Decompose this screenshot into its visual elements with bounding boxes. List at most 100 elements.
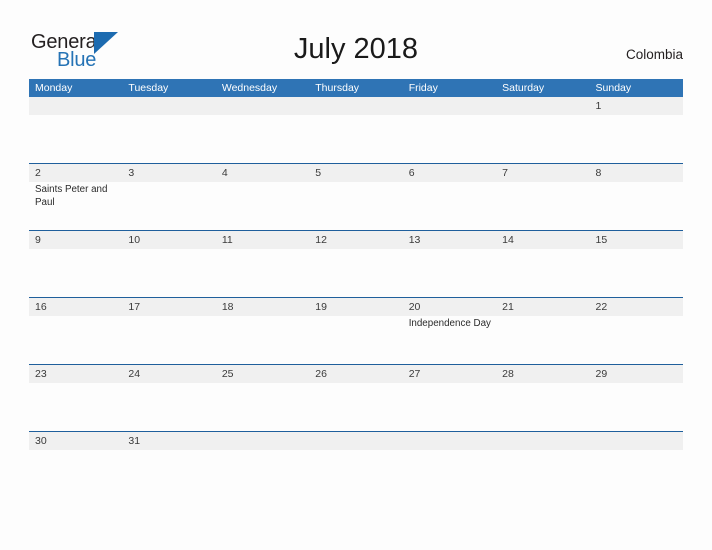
day-events[interactable] bbox=[216, 249, 309, 297]
day-events[interactable] bbox=[309, 316, 402, 364]
day-events[interactable] bbox=[29, 249, 122, 297]
day-events[interactable] bbox=[496, 316, 589, 364]
day-events[interactable] bbox=[309, 182, 402, 230]
day-events[interactable] bbox=[309, 115, 402, 163]
day-number[interactable]: 15 bbox=[590, 231, 683, 249]
calendar-week-row: 9 10 11 12 13 14 15 bbox=[29, 230, 683, 297]
day-events[interactable] bbox=[590, 115, 683, 163]
weekday-header-thursday: Thursday bbox=[315, 82, 360, 94]
day-number[interactable]: 13 bbox=[403, 231, 496, 249]
calendar-week-row: 30 31 bbox=[29, 431, 683, 450]
day-number[interactable] bbox=[496, 432, 589, 450]
day-number[interactable]: 4 bbox=[216, 164, 309, 182]
weekday-header-wednesday: Wednesday bbox=[221, 82, 278, 94]
day-events[interactable] bbox=[309, 249, 402, 297]
calendar-week-row: 2 3 4 5 6 7 8 Saints Peter and Paul bbox=[29, 163, 683, 230]
day-number[interactable]: 10 bbox=[122, 231, 215, 249]
day-events[interactable] bbox=[590, 249, 683, 297]
day-number[interactable]: 12 bbox=[309, 231, 402, 249]
day-number[interactable]: 28 bbox=[496, 365, 589, 383]
day-number[interactable] bbox=[309, 97, 402, 115]
day-events[interactable]: Saints Peter and Paul bbox=[29, 182, 122, 230]
day-events[interactable] bbox=[29, 316, 122, 364]
day-events[interactable] bbox=[496, 182, 589, 230]
day-number[interactable]: 26 bbox=[309, 365, 402, 383]
day-events[interactable] bbox=[216, 115, 309, 163]
day-number[interactable]: 9 bbox=[29, 231, 122, 249]
day-events[interactable] bbox=[496, 249, 589, 297]
day-number[interactable]: 29 bbox=[590, 365, 683, 383]
day-number[interactable]: 8 bbox=[590, 164, 683, 182]
day-number[interactable]: 17 bbox=[122, 298, 215, 316]
day-number[interactable] bbox=[216, 432, 309, 450]
day-events[interactable] bbox=[496, 115, 589, 163]
day-events[interactable] bbox=[590, 383, 683, 431]
day-number[interactable]: 31 bbox=[122, 432, 215, 450]
day-number[interactable]: 11 bbox=[216, 231, 309, 249]
day-events[interactable] bbox=[122, 249, 215, 297]
day-number[interactable]: 19 bbox=[309, 298, 402, 316]
calendar-week-row: 23 24 25 26 27 28 29 bbox=[29, 364, 683, 431]
day-events[interactable] bbox=[590, 316, 683, 364]
day-number[interactable]: 6 bbox=[403, 164, 496, 182]
day-number[interactable]: 14 bbox=[496, 231, 589, 249]
day-number[interactable] bbox=[590, 432, 683, 450]
day-number[interactable]: 2 bbox=[29, 164, 122, 182]
day-events[interactable] bbox=[216, 316, 309, 364]
day-events[interactable] bbox=[403, 182, 496, 230]
day-events[interactable] bbox=[216, 450, 309, 452]
day-events[interactable] bbox=[309, 383, 402, 431]
day-number[interactable]: 20 bbox=[403, 298, 496, 316]
month-calendar: Monday Tuesday Wednesday Thursday Friday… bbox=[29, 79, 683, 450]
day-events[interactable] bbox=[590, 182, 683, 230]
day-events[interactable] bbox=[403, 115, 496, 163]
day-number[interactable]: 5 bbox=[309, 164, 402, 182]
day-number[interactable]: 27 bbox=[403, 365, 496, 383]
week-event-band bbox=[29, 115, 683, 163]
day-events[interactable] bbox=[496, 383, 589, 431]
day-events[interactable] bbox=[29, 383, 122, 431]
day-number[interactable]: 3 bbox=[122, 164, 215, 182]
day-number[interactable]: 16 bbox=[29, 298, 122, 316]
day-number[interactable]: 7 bbox=[496, 164, 589, 182]
day-events[interactable] bbox=[590, 450, 683, 452]
day-events[interactable] bbox=[403, 450, 496, 452]
day-number[interactable] bbox=[309, 432, 402, 450]
day-number[interactable] bbox=[496, 97, 589, 115]
day-events[interactable] bbox=[216, 182, 309, 230]
weekday-header-monday: Monday bbox=[35, 82, 73, 94]
day-events[interactable] bbox=[309, 450, 402, 452]
week-date-band: 30 31 bbox=[29, 432, 683, 450]
week-date-band: 9 10 11 12 13 14 15 bbox=[29, 231, 683, 249]
weekday-header-saturday: Saturday bbox=[502, 82, 545, 94]
week-date-band: 23 24 25 26 27 28 29 bbox=[29, 365, 683, 383]
day-events[interactable] bbox=[403, 249, 496, 297]
day-number[interactable]: 21 bbox=[496, 298, 589, 316]
day-number[interactable] bbox=[403, 97, 496, 115]
day-number[interactable]: 24 bbox=[122, 365, 215, 383]
day-number[interactable]: 1 bbox=[590, 97, 683, 115]
day-events[interactable] bbox=[496, 450, 589, 452]
day-events[interactable] bbox=[122, 115, 215, 163]
day-events[interactable] bbox=[403, 383, 496, 431]
day-number[interactable]: 30 bbox=[29, 432, 122, 450]
day-number[interactable]: 18 bbox=[216, 298, 309, 316]
day-events[interactable] bbox=[216, 383, 309, 431]
day-number[interactable]: 22 bbox=[590, 298, 683, 316]
day-number[interactable]: 25 bbox=[216, 365, 309, 383]
day-events[interactable] bbox=[29, 450, 122, 452]
day-events[interactable] bbox=[29, 115, 122, 163]
day-number[interactable] bbox=[216, 97, 309, 115]
day-number[interactable] bbox=[403, 432, 496, 450]
day-events[interactable]: Independence Day bbox=[403, 316, 496, 364]
calendar-page: General Blue July 2018 Colombia Monday T… bbox=[0, 0, 712, 550]
day-events[interactable] bbox=[122, 182, 215, 230]
day-events[interactable] bbox=[122, 316, 215, 364]
day-events[interactable] bbox=[122, 383, 215, 431]
day-number[interactable] bbox=[122, 97, 215, 115]
day-events[interactable] bbox=[122, 450, 215, 452]
day-number[interactable]: 23 bbox=[29, 365, 122, 383]
calendar-week-row: 16 17 18 19 20 21 22 Independence Day bbox=[29, 297, 683, 364]
weekday-header-friday: Friday bbox=[408, 82, 438, 94]
day-number[interactable] bbox=[29, 97, 122, 115]
